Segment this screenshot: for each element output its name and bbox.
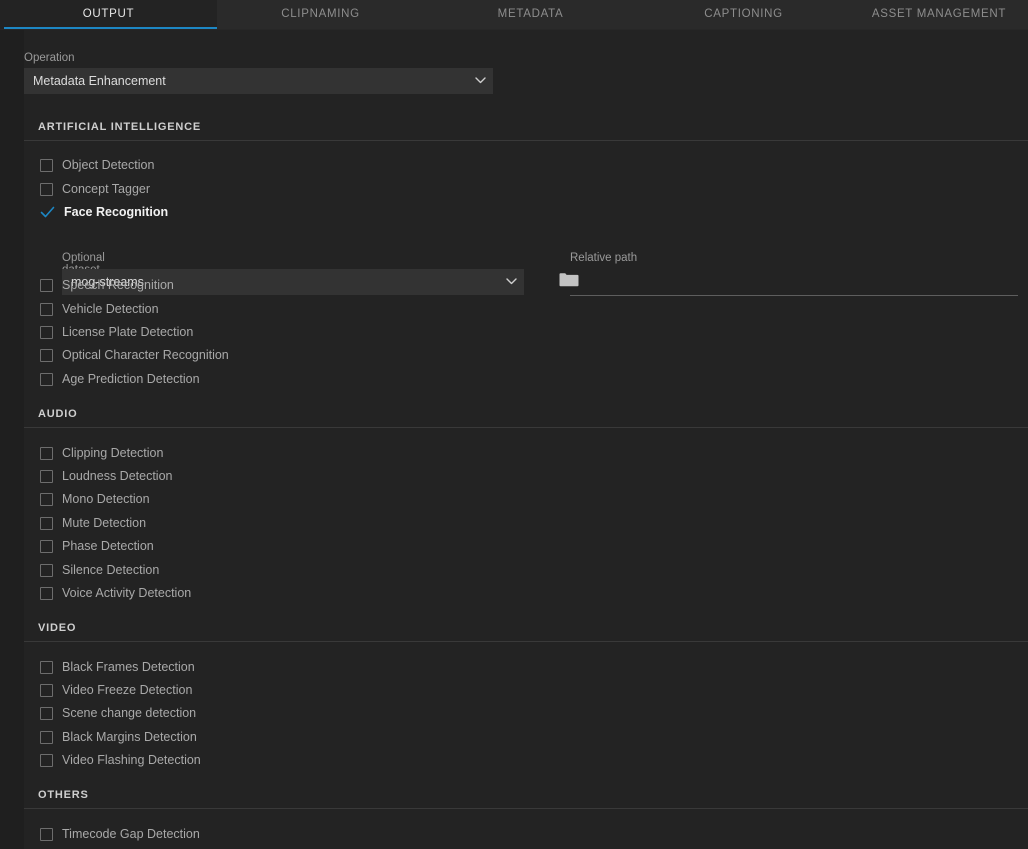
- section-title-artificial-intelligence: ARTIFICIAL INTELLIGENCE: [38, 121, 202, 133]
- checkbox-row-optical-character-recognition[interactable]: Optical Character Recognition: [40, 345, 229, 365]
- tab-clipnaming[interactable]: CLIPNAMING: [217, 0, 424, 29]
- checkbox-row-vehicle-detection[interactable]: Vehicle Detection: [40, 299, 159, 319]
- checkbox-label: Mute Detection: [62, 516, 147, 530]
- relative-path-label: Relative path: [570, 252, 638, 264]
- checkbox-icon[interactable]: [40, 182, 53, 196]
- checkbox-label: Vehicle Detection: [62, 302, 159, 316]
- checkbox-label: Clipping Detection: [62, 446, 164, 460]
- checkbox-icon[interactable]: [40, 563, 53, 577]
- checkbox-label: Scene change detection: [62, 706, 197, 720]
- checkbox-row-loudness-detection[interactable]: Loudness Detection: [40, 466, 173, 486]
- checkbox-label: Speech Recognition: [62, 278, 174, 292]
- checkbox-row-black-margins-detection[interactable]: Black Margins Detection: [40, 727, 197, 747]
- checkbox-label: Concept Tagger: [62, 182, 151, 196]
- checkbox-row-video-freeze-detection[interactable]: Video Freeze Detection: [40, 680, 192, 700]
- section-title-others: OTHERS: [38, 789, 89, 801]
- checkbox-row-age-prediction-detection[interactable]: Age Prediction Detection: [40, 369, 200, 389]
- checkbox-row-silence-detection[interactable]: Silence Detection: [40, 560, 159, 580]
- checkbox-icon[interactable]: [40, 446, 53, 460]
- operation-select[interactable]: Metadata Enhancement: [24, 68, 493, 94]
- checkbox-label: Loudness Detection: [62, 469, 173, 483]
- checkbox-row-phase-detection[interactable]: Phase Detection: [40, 536, 154, 556]
- chevron-down-icon: [475, 76, 486, 85]
- tab-asset-management[interactable]: ASSET MANAGEMENT: [850, 0, 1028, 29]
- checkbox-icon[interactable]: [40, 827, 53, 841]
- checkbox-label: Phase Detection: [62, 539, 154, 553]
- checkbox-label: License Plate Detection: [62, 325, 194, 339]
- checkbox-icon[interactable]: [40, 492, 53, 506]
- settings-panel: Operation Metadata Enhancement ARTIFICIA…: [24, 30, 1028, 849]
- checkbox-row-mute-detection[interactable]: Mute Detection: [40, 513, 146, 533]
- checkbox-label: Mono Detection: [62, 492, 150, 506]
- checkbox-icon[interactable]: [40, 302, 53, 316]
- checkbox-icon[interactable]: [40, 516, 53, 530]
- checkbox-row-mono-detection[interactable]: Mono Detection: [40, 489, 150, 509]
- checkbox-label: Silence Detection: [62, 563, 160, 577]
- checkbox-label: Face Recognition: [64, 205, 169, 219]
- checkbox-row-timecode-gap-detection[interactable]: Timecode Gap Detection: [40, 824, 200, 844]
- section-divider-audio: [24, 427, 1028, 428]
- checkbox-icon[interactable]: [40, 469, 53, 483]
- operation-select-value: Metadata Enhancement: [33, 74, 166, 88]
- checkmark-icon[interactable]: [40, 206, 55, 219]
- checkbox-icon[interactable]: [40, 158, 53, 172]
- section-title-video: VIDEO: [38, 622, 77, 634]
- checkbox-label: Video Flashing Detection: [62, 753, 201, 767]
- checkbox-label: Video Freeze Detection: [62, 683, 193, 697]
- checkbox-icon[interactable]: [40, 325, 53, 339]
- checkbox-icon[interactable]: [40, 372, 53, 386]
- checkbox-icon[interactable]: [40, 706, 53, 720]
- checkbox-label: Voice Activity Detection: [62, 586, 192, 600]
- left-gutter: [0, 30, 24, 849]
- checkbox-icon[interactable]: [40, 348, 53, 362]
- checkbox-icon[interactable]: [40, 753, 53, 767]
- checkbox-row-concept-tagger[interactable]: Concept Tagger: [40, 179, 150, 199]
- checkbox-row-speech-recognition[interactable]: Speech Recognition: [40, 275, 174, 295]
- checkbox-row-face-recognition[interactable]: Face Recognition: [40, 202, 168, 222]
- tab-output[interactable]: OUTPUT: [0, 0, 217, 29]
- checkbox-row-black-frames-detection[interactable]: Black Frames Detection: [40, 657, 195, 677]
- section-divider-others: [24, 808, 1028, 809]
- checkbox-label: Age Prediction Detection: [62, 372, 200, 386]
- checkbox-row-object-detection[interactable]: Object Detection: [40, 155, 154, 175]
- checkbox-row-scene-change-detection[interactable]: Scene change detection: [40, 703, 196, 723]
- operation-label: Operation: [24, 52, 75, 64]
- checkbox-row-voice-activity-detection[interactable]: Voice Activity Detection: [40, 583, 191, 603]
- tab-bar: OUTPUT CLIPNAMING METADATA CAPTIONING AS…: [0, 0, 1028, 29]
- tab-captioning[interactable]: CAPTIONING: [637, 0, 850, 29]
- checkbox-icon[interactable]: [40, 586, 53, 600]
- checkbox-label: Timecode Gap Detection: [62, 827, 200, 841]
- checkbox-label: Black Margins Detection: [62, 730, 197, 744]
- checkbox-label: Object Detection: [62, 158, 155, 172]
- tab-metadata[interactable]: METADATA: [424, 0, 637, 29]
- checkbox-row-license-plate-detection[interactable]: License Plate Detection: [40, 322, 193, 342]
- relative-path-input[interactable]: [570, 270, 1018, 296]
- output-settings-page: OUTPUT CLIPNAMING METADATA CAPTIONING AS…: [0, 0, 1028, 849]
- checkbox-icon[interactable]: [40, 660, 53, 674]
- section-title-audio: AUDIO: [38, 408, 78, 420]
- section-divider-video: [24, 641, 1028, 642]
- content-area: Operation Metadata Enhancement ARTIFICIA…: [0, 30, 1028, 849]
- checkbox-row-clipping-detection[interactable]: Clipping Detection: [40, 443, 163, 463]
- section-divider-artificial-intelligence: [24, 140, 1028, 141]
- checkbox-icon[interactable]: [40, 683, 53, 697]
- checkbox-label: Optical Character Recognition: [62, 348, 229, 362]
- checkbox-icon[interactable]: [40, 730, 53, 744]
- checkbox-row-video-flashing-detection[interactable]: Video Flashing Detection: [40, 750, 201, 770]
- checkbox-icon[interactable]: [40, 539, 53, 553]
- chevron-down-icon: [506, 277, 517, 286]
- checkbox-icon[interactable]: [40, 278, 53, 292]
- checkbox-label: Black Frames Detection: [62, 660, 195, 674]
